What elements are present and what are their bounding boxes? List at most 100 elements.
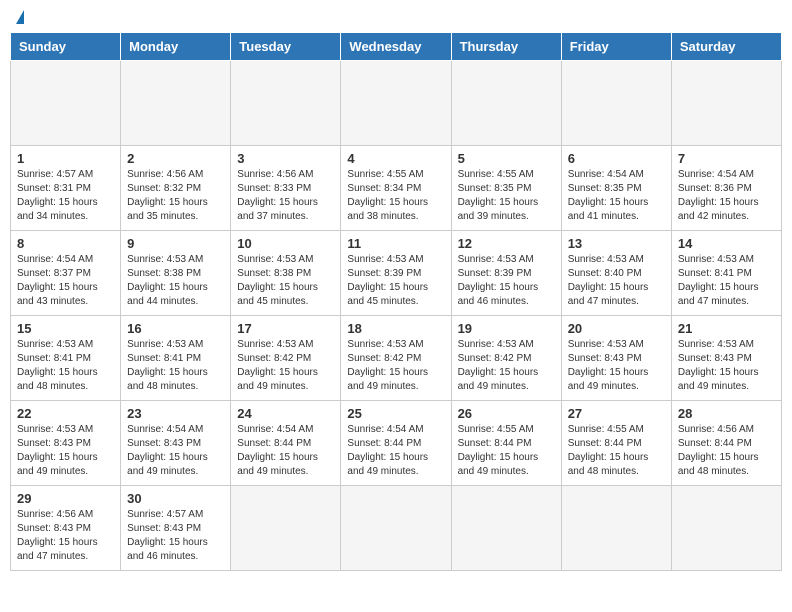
day-number: 2 <box>127 151 224 166</box>
day-info: Sunrise: 4:53 AM Sunset: 8:41 PM Dayligh… <box>17 338 114 394</box>
calendar-day-cell: 20 Sunrise: 4:53 AM Sunset: 8:43 PM Dayl… <box>561 316 671 401</box>
calendar-day-cell <box>11 61 121 146</box>
day-info: Sunrise: 4:55 AM Sunset: 8:34 PM Dayligh… <box>347 168 444 224</box>
calendar-day-cell <box>451 486 561 571</box>
calendar-day-cell: 18 Sunrise: 4:53 AM Sunset: 8:42 PM Dayl… <box>341 316 451 401</box>
calendar-day-cell <box>671 61 781 146</box>
day-number: 1 <box>17 151 114 166</box>
calendar-day-cell: 15 Sunrise: 4:53 AM Sunset: 8:41 PM Dayl… <box>11 316 121 401</box>
calendar-day-cell <box>231 486 341 571</box>
day-info: Sunrise: 4:53 AM Sunset: 8:40 PM Dayligh… <box>568 253 665 309</box>
calendar-week-row: 8 Sunrise: 4:54 AM Sunset: 8:37 PM Dayli… <box>11 231 782 316</box>
calendar-day-cell: 6 Sunrise: 4:54 AM Sunset: 8:35 PM Dayli… <box>561 146 671 231</box>
calendar-day-cell: 23 Sunrise: 4:54 AM Sunset: 8:43 PM Dayl… <box>121 401 231 486</box>
calendar-day-cell <box>231 61 341 146</box>
day-number: 28 <box>678 406 775 421</box>
day-number: 15 <box>17 321 114 336</box>
day-number: 17 <box>237 321 334 336</box>
calendar-day-cell <box>121 61 231 146</box>
day-number: 4 <box>347 151 444 166</box>
day-number: 13 <box>568 236 665 251</box>
day-info: Sunrise: 4:53 AM Sunset: 8:42 PM Dayligh… <box>347 338 444 394</box>
calendar-day-cell <box>561 486 671 571</box>
calendar-table: SundayMondayTuesdayWednesdayThursdayFrid… <box>10 32 782 571</box>
day-info: Sunrise: 4:53 AM Sunset: 8:39 PM Dayligh… <box>347 253 444 309</box>
day-info: Sunrise: 4:56 AM Sunset: 8:43 PM Dayligh… <box>17 508 114 564</box>
calendar-day-cell: 2 Sunrise: 4:56 AM Sunset: 8:32 PM Dayli… <box>121 146 231 231</box>
day-info: Sunrise: 4:53 AM Sunset: 8:38 PM Dayligh… <box>127 253 224 309</box>
day-number: 23 <box>127 406 224 421</box>
calendar-day-cell: 13 Sunrise: 4:53 AM Sunset: 8:40 PM Dayl… <box>561 231 671 316</box>
calendar-day-cell: 25 Sunrise: 4:54 AM Sunset: 8:44 PM Dayl… <box>341 401 451 486</box>
calendar-header-wednesday: Wednesday <box>341 33 451 61</box>
day-info: Sunrise: 4:53 AM Sunset: 8:42 PM Dayligh… <box>458 338 555 394</box>
day-number: 24 <box>237 406 334 421</box>
calendar-day-cell: 1 Sunrise: 4:57 AM Sunset: 8:31 PM Dayli… <box>11 146 121 231</box>
day-info: Sunrise: 4:54 AM Sunset: 8:36 PM Dayligh… <box>678 168 775 224</box>
calendar-day-cell: 5 Sunrise: 4:55 AM Sunset: 8:35 PM Dayli… <box>451 146 561 231</box>
calendar-day-cell <box>341 486 451 571</box>
calendar-day-cell: 28 Sunrise: 4:56 AM Sunset: 8:44 PM Dayl… <box>671 401 781 486</box>
day-number: 29 <box>17 491 114 506</box>
calendar-header-row: SundayMondayTuesdayWednesdayThursdayFrid… <box>11 33 782 61</box>
calendar-day-cell <box>451 61 561 146</box>
calendar-header-monday: Monday <box>121 33 231 61</box>
calendar-day-cell: 30 Sunrise: 4:57 AM Sunset: 8:43 PM Dayl… <box>121 486 231 571</box>
day-info: Sunrise: 4:53 AM Sunset: 8:43 PM Dayligh… <box>678 338 775 394</box>
calendar-day-cell: 29 Sunrise: 4:56 AM Sunset: 8:43 PM Dayl… <box>11 486 121 571</box>
calendar-day-cell: 10 Sunrise: 4:53 AM Sunset: 8:38 PM Dayl… <box>231 231 341 316</box>
day-number: 27 <box>568 406 665 421</box>
day-number: 7 <box>678 151 775 166</box>
day-info: Sunrise: 4:55 AM Sunset: 8:44 PM Dayligh… <box>458 423 555 479</box>
day-info: Sunrise: 4:53 AM Sunset: 8:42 PM Dayligh… <box>237 338 334 394</box>
day-number: 19 <box>458 321 555 336</box>
header <box>10 10 782 24</box>
calendar-day-cell: 27 Sunrise: 4:55 AM Sunset: 8:44 PM Dayl… <box>561 401 671 486</box>
day-number: 6 <box>568 151 665 166</box>
calendar-week-row: 22 Sunrise: 4:53 AM Sunset: 8:43 PM Dayl… <box>11 401 782 486</box>
day-info: Sunrise: 4:56 AM Sunset: 8:32 PM Dayligh… <box>127 168 224 224</box>
day-number: 12 <box>458 236 555 251</box>
calendar-week-row <box>11 61 782 146</box>
day-number: 25 <box>347 406 444 421</box>
calendar-day-cell: 17 Sunrise: 4:53 AM Sunset: 8:42 PM Dayl… <box>231 316 341 401</box>
day-number: 11 <box>347 236 444 251</box>
day-number: 9 <box>127 236 224 251</box>
day-info: Sunrise: 4:54 AM Sunset: 8:44 PM Dayligh… <box>237 423 334 479</box>
logo <box>14 10 24 24</box>
calendar-day-cell: 11 Sunrise: 4:53 AM Sunset: 8:39 PM Dayl… <box>341 231 451 316</box>
calendar-day-cell: 14 Sunrise: 4:53 AM Sunset: 8:41 PM Dayl… <box>671 231 781 316</box>
day-number: 10 <box>237 236 334 251</box>
calendar-day-cell: 26 Sunrise: 4:55 AM Sunset: 8:44 PM Dayl… <box>451 401 561 486</box>
day-number: 21 <box>678 321 775 336</box>
calendar-day-cell <box>561 61 671 146</box>
calendar-day-cell: 16 Sunrise: 4:53 AM Sunset: 8:41 PM Dayl… <box>121 316 231 401</box>
calendar-day-cell: 7 Sunrise: 4:54 AM Sunset: 8:36 PM Dayli… <box>671 146 781 231</box>
day-number: 14 <box>678 236 775 251</box>
day-info: Sunrise: 4:53 AM Sunset: 8:41 PM Dayligh… <box>678 253 775 309</box>
calendar-header-thursday: Thursday <box>451 33 561 61</box>
calendar-header-tuesday: Tuesday <box>231 33 341 61</box>
day-number: 18 <box>347 321 444 336</box>
day-info: Sunrise: 4:54 AM Sunset: 8:35 PM Dayligh… <box>568 168 665 224</box>
calendar-header-friday: Friday <box>561 33 671 61</box>
calendar-day-cell: 21 Sunrise: 4:53 AM Sunset: 8:43 PM Dayl… <box>671 316 781 401</box>
calendar-day-cell: 12 Sunrise: 4:53 AM Sunset: 8:39 PM Dayl… <box>451 231 561 316</box>
day-info: Sunrise: 4:56 AM Sunset: 8:44 PM Dayligh… <box>678 423 775 479</box>
calendar-day-cell: 9 Sunrise: 4:53 AM Sunset: 8:38 PM Dayli… <box>121 231 231 316</box>
calendar-day-cell: 8 Sunrise: 4:54 AM Sunset: 8:37 PM Dayli… <box>11 231 121 316</box>
day-info: Sunrise: 4:57 AM Sunset: 8:43 PM Dayligh… <box>127 508 224 564</box>
calendar-header-sunday: Sunday <box>11 33 121 61</box>
calendar-day-cell: 3 Sunrise: 4:56 AM Sunset: 8:33 PM Dayli… <box>231 146 341 231</box>
day-info: Sunrise: 4:53 AM Sunset: 8:38 PM Dayligh… <box>237 253 334 309</box>
calendar-week-row: 29 Sunrise: 4:56 AM Sunset: 8:43 PM Dayl… <box>11 486 782 571</box>
calendar-day-cell: 4 Sunrise: 4:55 AM Sunset: 8:34 PM Dayli… <box>341 146 451 231</box>
day-info: Sunrise: 4:53 AM Sunset: 8:41 PM Dayligh… <box>127 338 224 394</box>
calendar-header-saturday: Saturday <box>671 33 781 61</box>
day-info: Sunrise: 4:54 AM Sunset: 8:43 PM Dayligh… <box>127 423 224 479</box>
day-info: Sunrise: 4:54 AM Sunset: 8:37 PM Dayligh… <box>17 253 114 309</box>
day-number: 26 <box>458 406 555 421</box>
day-info: Sunrise: 4:55 AM Sunset: 8:35 PM Dayligh… <box>458 168 555 224</box>
day-number: 3 <box>237 151 334 166</box>
calendar-day-cell <box>341 61 451 146</box>
